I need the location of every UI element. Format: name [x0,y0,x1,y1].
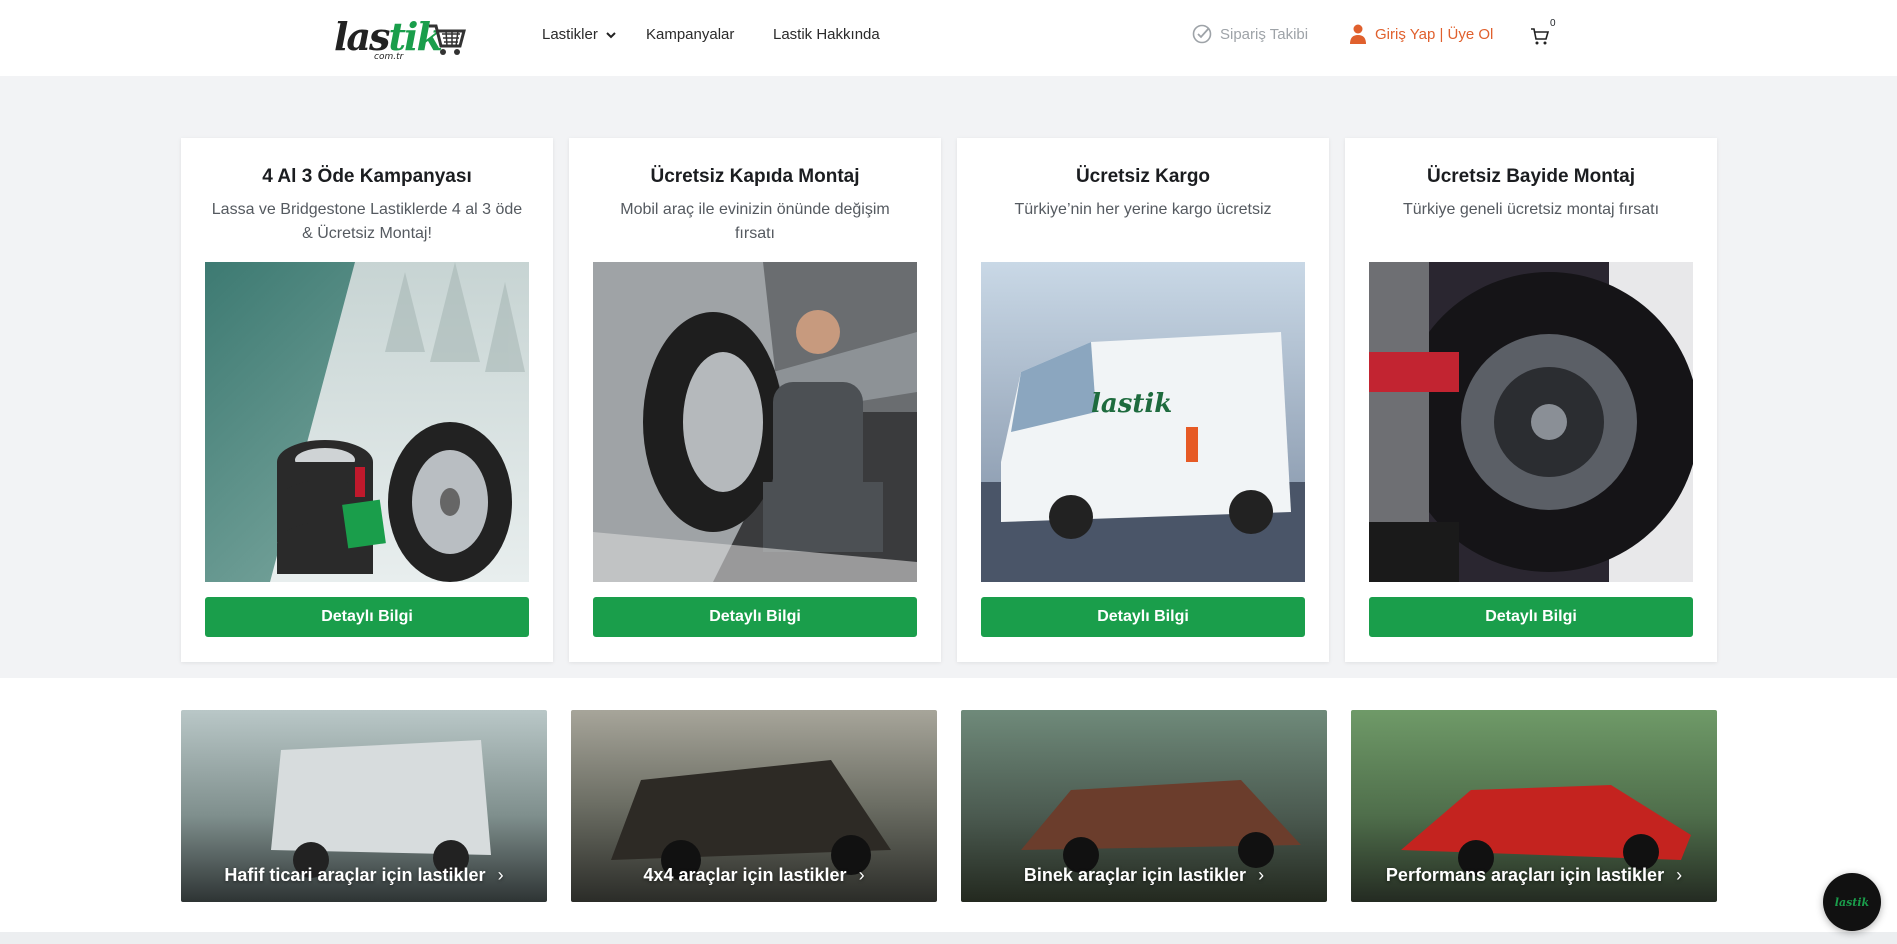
order-tracking-link[interactable]: Sipariş Takibi [1192,24,1308,44]
chevron-right-icon: › [858,865,865,885]
logo-cart-icon [429,24,466,55]
promo-details-button[interactable]: Detaylı Bilgi [981,597,1305,637]
cart-button[interactable]: 0 [1530,18,1560,48]
promo-details-button[interactable]: Detaylı Bilgi [593,597,917,637]
shopping-cart-icon [1531,28,1550,45]
category-label: 4x4 araçlar için lastikler [643,865,847,885]
promo-image-tires [205,262,529,582]
promo-card-desc: Lassa ve Bridgestone Lastiklerde 4 al 3 … [211,201,523,242]
cart-count-badge: 0 [1547,18,1559,29]
chat-widget-button[interactable]: lastik [1823,873,1881,931]
promo-card-kapida-montaj: Ücretsiz Kapıda Montaj Mobil araç ile ev… [569,138,941,662]
category-label: Hafif ticari araçlar için lastikler [224,865,486,885]
promo-details-button[interactable]: Detaylı Bilgi [205,597,529,637]
login-register-link[interactable]: Giriş Yap | Üye Ol [1350,24,1493,44]
chevron-right-icon: › [497,865,504,885]
promo-card-bayide-montaj: Ücretsiz Bayide Montaj Türkiye geneli üc… [1345,138,1717,662]
login-register-label: Giriş Yap | Üye Ol [1375,25,1494,43]
promo-card-title: Ücretsiz Kargo [1075,166,1211,187]
promo-image-dealer-mounting [1369,262,1693,582]
nav-lastik-hakkinda[interactable]: Lastik Hakkında [773,26,880,43]
promo-card-desc: Mobil araç ile evinizin önünde değişim f… [620,201,890,242]
promo-card-desc: Türkiye geneli ücretsiz montaj fırsatı [1402,201,1660,218]
user-icon [1350,24,1366,44]
promo-card-desc: Türkiye’nin her yerine kargo ücretsiz [1014,201,1272,218]
category-tile-performance[interactable]: Performans araçları için lastikler › [1351,710,1717,902]
promo-card-ucretsiz-kargo: Ücretsiz Kargo Türkiye’nin her yerine ka… [957,138,1329,662]
van-logo-text: lastik [1091,389,1172,419]
promo-card-title: Ücretsiz Kapıda Montaj [650,166,860,187]
logo-subtext: com.tr [374,52,404,62]
nav-lastikler-label: Lastikler [542,26,598,43]
category-label: Binek araçlar için lastikler [1023,865,1247,885]
promo-details-button[interactable]: Detaylı Bilgi [1369,597,1693,637]
footer-strip [0,932,1897,944]
nav-kampanyalar-label: Kampanyalar [646,26,735,43]
promo-card-title: 4 Al 3 Öde Kampanyası [262,166,472,187]
promo-image-mobile-mounting [593,262,917,582]
check-circle-icon [1192,24,1212,44]
category-tile-passenger[interactable]: Binek araçlar için lastikler › [961,710,1327,902]
site-logo[interactable]: lastik com.tr [334,12,466,62]
promo-card-4al3ode: 4 Al 3 Öde Kampanyası Lassa ve Bridgesto… [181,138,553,662]
category-tile-light-commercial[interactable]: Hafif ticari araçlar için lastikler › [181,710,547,902]
nav-kampanyalar[interactable]: Kampanyalar [646,26,734,43]
order-tracking-label: Sipariş Takibi [1220,25,1309,43]
nav-lastikler[interactable]: Lastikler [542,26,616,43]
promo-image-cargo-van: lastik [981,262,1305,582]
chat-logo: lastik [1834,895,1870,909]
chevron-right-icon: › [1676,865,1683,885]
category-tile-4x4[interactable]: 4x4 araçlar için lastikler › [571,710,937,902]
nav-lastik-hakkinda-label: Lastik Hakkında [773,26,880,43]
category-label: Performans araçları için lastikler [1385,865,1665,885]
chevron-right-icon: › [1258,865,1265,885]
chevron-down-icon [606,31,616,38]
promo-card-title: Ücretsiz Bayide Montaj [1427,166,1635,187]
site-header: lastik com.tr Lastikler Kampanyalar Last… [0,0,1897,76]
